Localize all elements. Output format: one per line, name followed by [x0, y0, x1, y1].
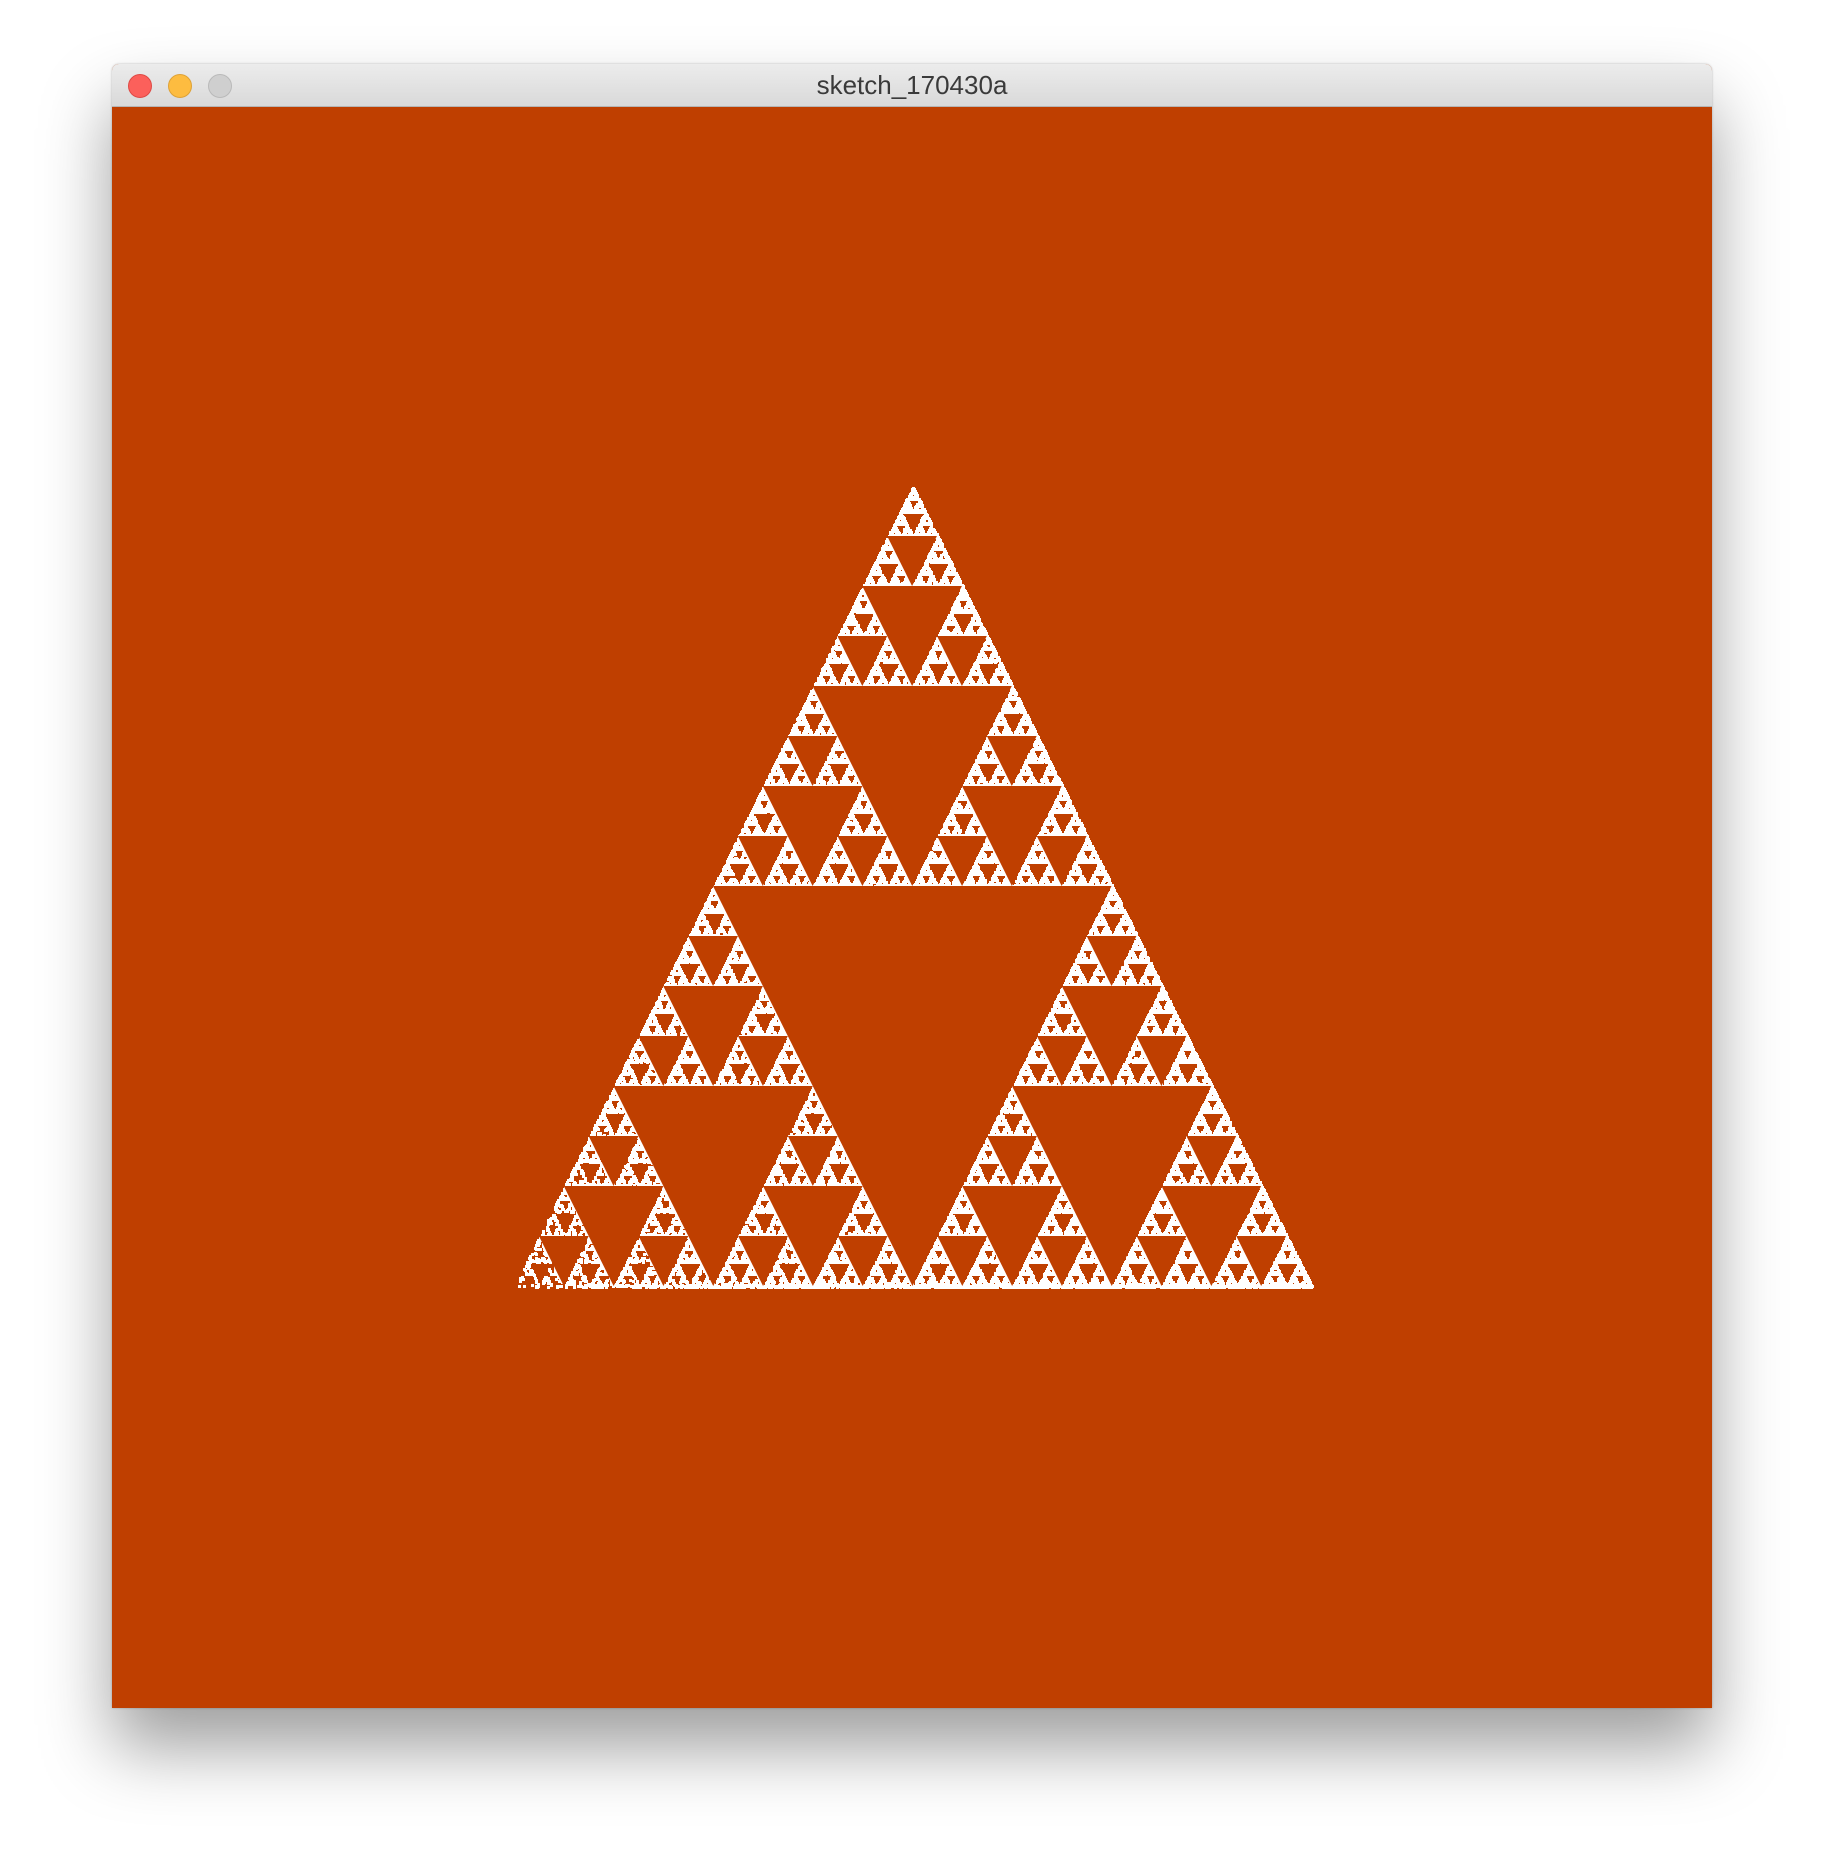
sierpinski-triangle: [518, 487, 1314, 1289]
sketch-canvas[interactable]: [112, 107, 1712, 1708]
title-bar[interactable]: sketch_170430a: [112, 64, 1712, 107]
sketch-window: sketch_170430a: [112, 64, 1712, 1708]
window-title: sketch_170430a: [816, 70, 1008, 100]
